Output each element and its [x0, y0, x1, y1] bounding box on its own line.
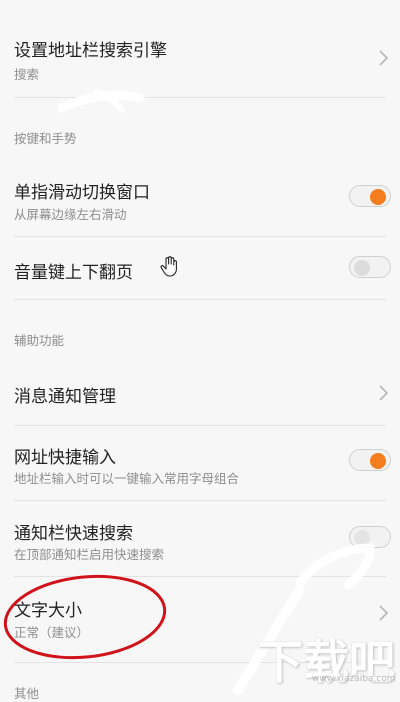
section-header-keys: 按键和手势: [14, 131, 77, 146]
setting-notification-manage[interactable]: 消息通知管理: [0, 362, 400, 424]
hand-cursor-icon: [160, 256, 177, 277]
setting-title: 设置地址栏搜索引擎: [14, 41, 167, 61]
setting-title: 音量键上下翻页: [14, 263, 133, 283]
watermark-url: www.xiazaiba.com: [312, 674, 396, 684]
setting-subtitle: 正常（建议）: [14, 625, 90, 640]
section-header-other: 其他: [14, 686, 40, 701]
toggle-knob: [354, 530, 370, 546]
setting-notif-quick-search[interactable]: 通知栏快速搜索 在顶部通知栏启用快速搜索: [0, 501, 400, 575]
setting-swipe-switch[interactable]: 单指滑动切换窗口 从屏幕边缘左右滑动: [0, 160, 400, 234]
setting-title: 文字大小: [14, 601, 82, 621]
toggle-knob: [370, 453, 386, 469]
section-header-assist: 辅助功能: [14, 333, 65, 348]
toggle-knob: [354, 260, 370, 276]
setting-title: 消息通知管理: [14, 387, 116, 407]
chevron-right-icon: [379, 385, 389, 401]
swipe-switch-toggle[interactable]: [349, 185, 391, 207]
setting-title: 通知栏快速搜索: [14, 524, 133, 544]
notif-quick-search-toggle[interactable]: [349, 526, 391, 548]
chevron-right-icon: [379, 605, 389, 621]
divider: [14, 97, 386, 98]
volume-page-toggle[interactable]: [349, 256, 391, 278]
chevron-right-icon: [379, 50, 389, 66]
setting-url-quick-input[interactable]: 网址快捷输入 地址栏输入时可以一键输入常用字母组合: [0, 426, 400, 500]
watermark-logo: 下载吧 www.xiazaiba.com: [256, 625, 396, 685]
setting-volume-page[interactable]: 音量键上下翻页: [0, 237, 400, 299]
setting-title: 网址快捷输入: [14, 448, 116, 468]
setting-title: 单指滑动切换窗口: [14, 183, 150, 203]
setting-subtitle: 在顶部通知栏启用快速搜索: [14, 547, 165, 562]
url-quick-input-toggle[interactable]: [349, 449, 391, 471]
setting-subtitle: 从屏幕边缘左右滑动: [14, 207, 127, 222]
setting-subtitle: 搜索: [14, 67, 40, 82]
divider: [14, 299, 386, 300]
setting-search-engine[interactable]: 设置地址栏搜索引擎 搜索: [0, 0, 400, 96]
setting-subtitle: 地址栏输入时可以一键输入常用字母组合: [14, 471, 240, 486]
toggle-knob: [370, 189, 386, 205]
